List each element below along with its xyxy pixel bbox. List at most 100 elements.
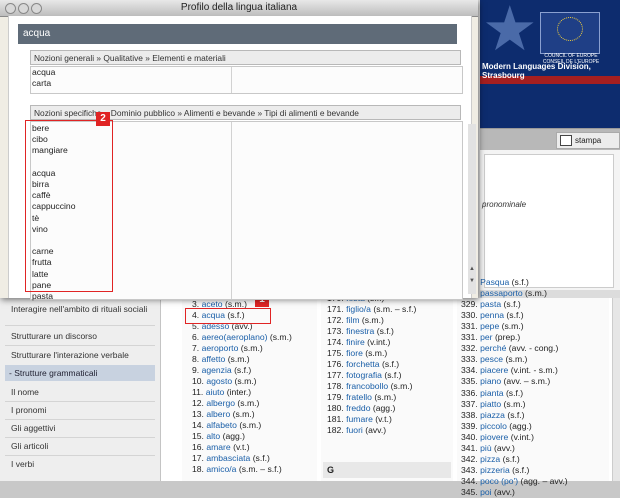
entry-word-link[interactable]: film	[346, 315, 359, 325]
word-entry[interactable]: 344. poco (po') (agg. – avv.)	[461, 476, 568, 487]
word-entry[interactable]: 10. agosto (s.m.)	[192, 376, 257, 387]
entry-word-link[interactable]: forchetta	[346, 359, 379, 369]
entry-word-link[interactable]: pasta	[480, 299, 501, 309]
sidebar-item-rituali[interactable]: Interagire nell'ambito di rituali social…	[0, 304, 160, 314]
word-entry[interactable]: 174. finire (v.int.)	[327, 337, 390, 348]
entry-word-link[interactable]: poi	[480, 487, 491, 497]
entry-word-link[interactable]: fotografia	[346, 370, 382, 380]
sidebar-item-articoli[interactable]: Gli articoli	[0, 441, 160, 451]
entry-word-link[interactable]: piazza	[480, 410, 505, 420]
word-entry[interactable]: 172. film (s.m.)	[327, 315, 384, 326]
sidebar-item-verbi[interactable]: I verbi	[0, 459, 160, 469]
word-entry[interactable]: 330. penna (s.f.)	[461, 310, 524, 321]
word-entry[interactable]: 7. aeroporto (s.m.)	[192, 343, 263, 354]
sidebar-item-discorso[interactable]: Strutturare un discorso	[0, 331, 160, 341]
entry-word-link[interactable]: più	[480, 443, 491, 453]
entry-word-link[interactable]: pianta	[480, 388, 503, 398]
word-entry[interactable]: 181. fumare (v.t.)	[327, 414, 392, 425]
word-entry[interactable]: 18. amico/a (s.m. – s.f.)	[192, 464, 282, 475]
scroll-up-icon[interactable]: ▲	[468, 266, 476, 274]
entry-word-link[interactable]: pizza	[480, 454, 500, 464]
word-entry[interactable]: 173. finestra (s.f.)	[327, 326, 394, 337]
entry-word-link[interactable]: piccolo	[480, 421, 507, 431]
word-entry[interactable]: 342. pizza (s.f.)	[461, 454, 520, 465]
entry-word-link[interactable]: francobollo	[346, 381, 388, 391]
word-entry[interactable]: 341. più (avv.)	[461, 443, 515, 454]
word-entry[interactable]: 331. per (prep.)	[461, 332, 520, 343]
word-entry[interactable]: 178. francobollo (s.m.)	[327, 381, 413, 392]
entry-word-link[interactable]: aeroporto	[202, 343, 239, 353]
word-entry[interactable]: 334. piacere (v.int. - s.m.)	[461, 365, 558, 376]
entry-word-link[interactable]: aiuto	[206, 387, 225, 397]
window-titlebar[interactable]: Profilo della lingua italiana	[0, 0, 478, 17]
entry-word-link[interactable]: pizzeria	[480, 465, 510, 475]
entry-word-link[interactable]: agenzia	[202, 365, 232, 375]
entry-word-link[interactable]: finire	[346, 337, 365, 347]
word-entry[interactable]: 17. ambasciata (s.f.)	[192, 453, 270, 464]
entry-word-link[interactable]: figlio/a	[346, 304, 371, 314]
entry-word-link[interactable]: finestra	[346, 326, 374, 336]
word-entry[interactable]: 335. piano (avv. – s.m.)	[461, 376, 550, 387]
word-entry[interactable]: 179. fratello (s.m.)	[327, 392, 396, 403]
word-entry[interactable]: 331. pepe (s.m.)	[461, 321, 524, 332]
entry-word-link[interactable]: albero	[206, 409, 230, 419]
sidebar-item-interazione[interactable]: Strutturare l'interazione verbale	[0, 350, 160, 360]
word-entry[interactable]: 175. fiore (s.m.)	[327, 348, 387, 359]
entry-word-link[interactable]: passaporto	[480, 288, 523, 298]
entry-word-link[interactable]: amare	[206, 442, 230, 452]
word-entry[interactable]: 176. forchetta (s.f.)	[327, 359, 399, 370]
entry-word-link[interactable]: amico/a	[206, 464, 236, 474]
entry-word-link[interactable]: alfabeto	[206, 420, 237, 430]
entry-word-link[interactable]: freddo	[346, 403, 370, 413]
entry-word-link[interactable]: fratello	[346, 392, 372, 402]
word-entry[interactable]: 338. piazza (s.f.)	[461, 410, 525, 421]
entry-word-link[interactable]: pepe	[480, 321, 499, 331]
scroll-down-icon[interactable]: ▼	[468, 278, 476, 286]
word-entry[interactable]: 332. perché (avv. - cong.)	[461, 343, 558, 354]
print-button[interactable]: stampa	[556, 132, 620, 149]
word-entry[interactable]: 6. aereo(aeroplano) (s.m.)	[192, 332, 292, 343]
entry-word-link[interactable]: alto	[206, 431, 220, 441]
entry-word-link[interactable]: ambasciata	[206, 453, 250, 463]
word-entry[interactable]: 8. affetto (s.m.)	[192, 354, 250, 365]
entry-word-link[interactable]: affetto	[202, 354, 226, 364]
page-scrollbar[interactable]	[612, 298, 620, 481]
word-entry[interactable]: 171. figlio/a (s.m. – s.f.)	[327, 304, 416, 315]
sidebar-item-aggettivi[interactable]: Gli aggettivi	[0, 423, 160, 433]
word-entry[interactable]: 13. albero (s.m.)	[192, 409, 255, 420]
entry-word-link[interactable]: per	[480, 332, 492, 342]
entry-word-link[interactable]: piacere	[480, 365, 508, 375]
word-entry[interactable]: 182. fuori (avv.)	[327, 425, 386, 436]
popup-scrollbar[interactable]: ▲ ▼	[468, 124, 476, 294]
word-entry[interactable]: 16. amare (v.t.)	[192, 442, 250, 453]
entry-word-link[interactable]: Pasqua	[480, 277, 509, 287]
word-entry[interactable]: 343. pizzeria (s.f.)	[461, 465, 529, 476]
entry-word-link[interactable]: piovere	[480, 432, 508, 442]
sidebar-item-pronomi[interactable]: I pronomi	[0, 405, 160, 415]
word-entry[interactable]: 14. alfabeto (s.m.)	[192, 420, 261, 431]
word-entry[interactable]: 9. agenzia (s.f.)	[192, 365, 251, 376]
entry-word-link[interactable]: penna	[480, 310, 504, 320]
entry-word-link[interactable]: perché	[480, 343, 506, 353]
sidebar-item-nome[interactable]: Il nome	[0, 387, 160, 397]
word-entry[interactable]: 11. aiuto (inter.)	[192, 387, 251, 398]
word-entry[interactable]: 340. piovere (v.int.)	[461, 432, 534, 443]
word-entry[interactable]: 15. alto (agg.)	[192, 431, 245, 442]
entry-word-link[interactable]: fiore	[346, 348, 363, 358]
word-entry[interactable]: 345. poi (avv.)	[461, 487, 515, 498]
entry-word-link[interactable]: albergo	[206, 398, 235, 408]
word-entry[interactable]: 177. fotografia (s.f.)	[327, 370, 402, 381]
word-entry[interactable]: 329. pasta (s.f.)	[461, 299, 521, 310]
word-entry[interactable]: 339. piccolo (agg.)	[461, 421, 532, 432]
word-entry[interactable]: 12. albergo (s.m.)	[192, 398, 259, 409]
entry-word-link[interactable]: fumare	[346, 414, 373, 424]
word-entry[interactable]: 180. freddo (agg.)	[327, 403, 395, 414]
entry-word-link[interactable]: aereo(aeroplano)	[202, 332, 268, 342]
entry-word-link[interactable]: fuori	[346, 425, 363, 435]
entry-word-link[interactable]: piatto	[480, 399, 501, 409]
entry-word-link[interactable]: pesce	[480, 354, 503, 364]
entry-word-link[interactable]: piano	[480, 376, 501, 386]
entry-word-link[interactable]: agosto	[206, 376, 232, 386]
word-entry[interactable]: 336. pianta (s.f.)	[461, 388, 523, 399]
sidebar-section-strutture[interactable]: - Strutture grammaticali	[5, 365, 155, 381]
